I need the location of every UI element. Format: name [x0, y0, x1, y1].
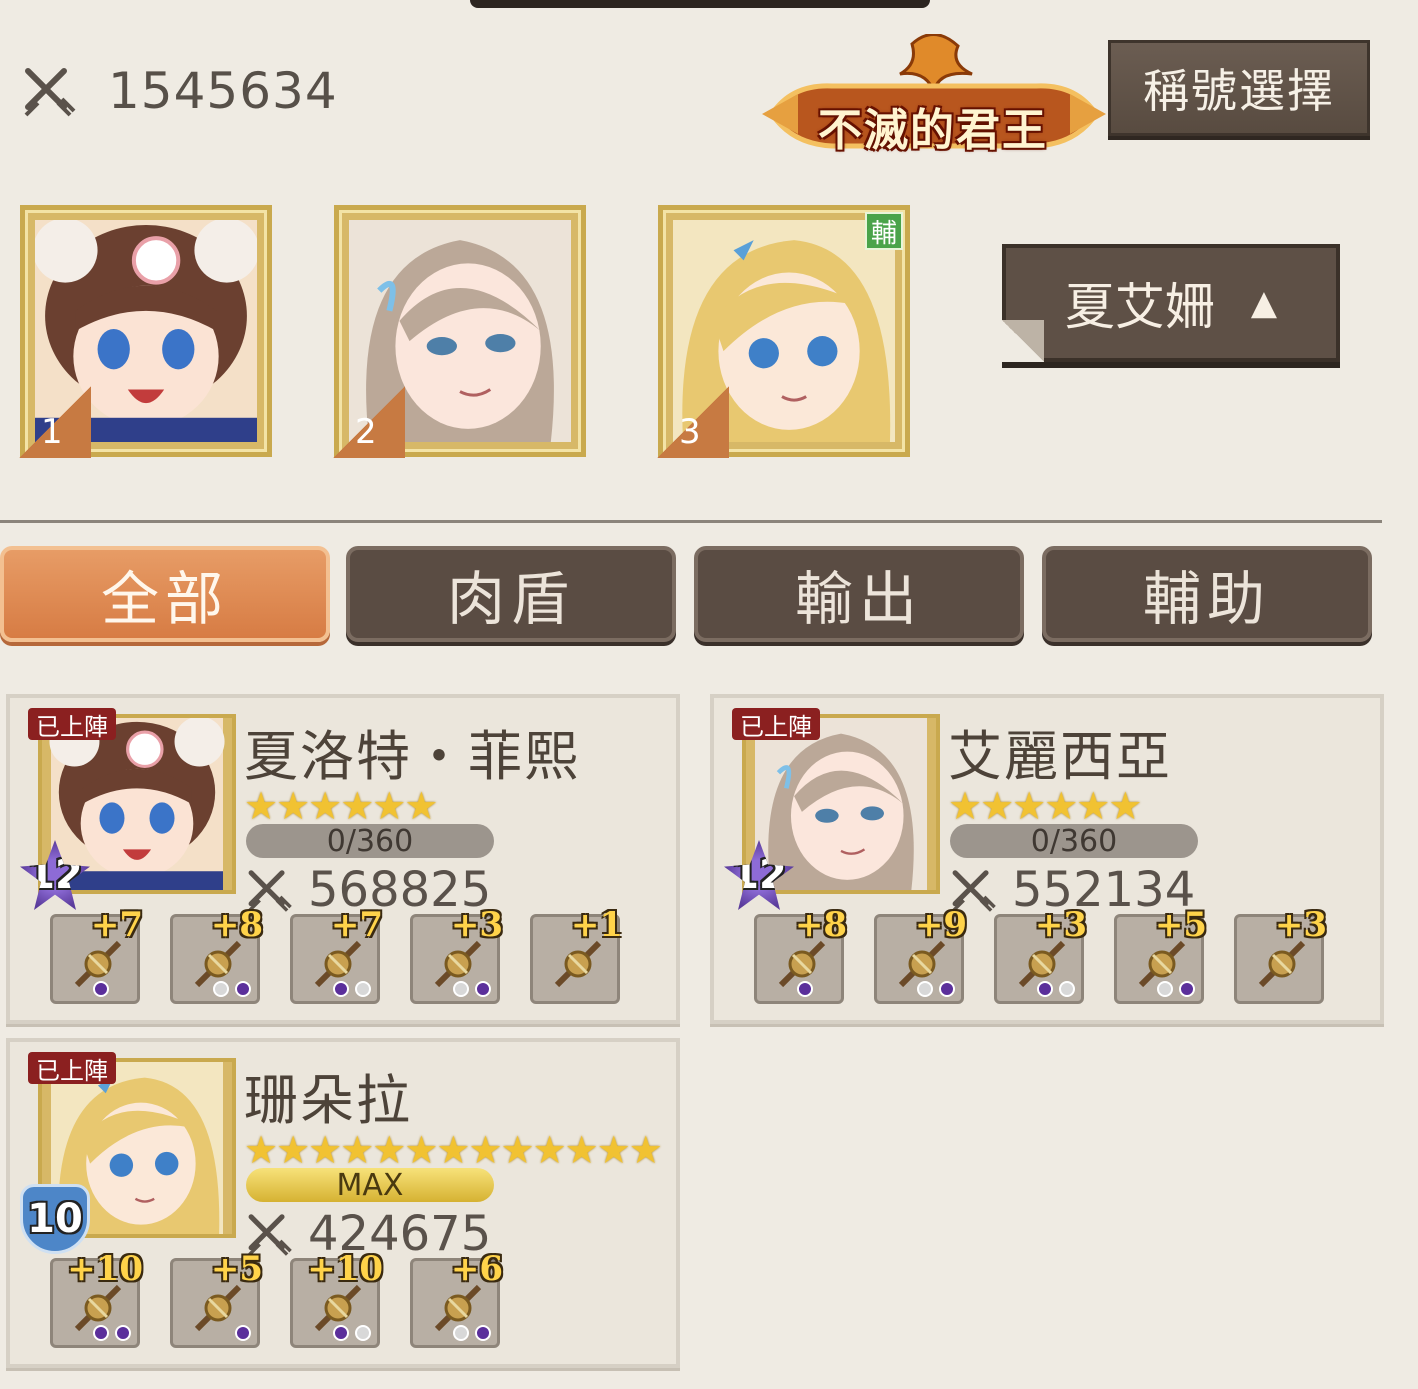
enhance-level: +6	[450, 1249, 503, 1289]
deployed-tag: 已上陣	[732, 708, 820, 741]
team-slot-3[interactable]: 輔 3	[657, 205, 910, 458]
equipment-slot[interactable]: +6	[410, 1249, 503, 1348]
equipment-slot[interactable]: +8	[170, 905, 263, 1004]
leader-select-dropdown[interactable]: 夏艾姍 ▲	[1002, 244, 1340, 362]
slot-number-badge: 1	[19, 386, 91, 458]
deployed-tag: 已上陣	[28, 1052, 116, 1085]
equipment-slot[interactable]: +7	[50, 905, 143, 1004]
gem-icon	[453, 1325, 469, 1341]
enhance-level: +5	[1154, 905, 1207, 945]
title-badge-text: 不滅的君王	[818, 105, 1048, 156]
gem-icon	[1059, 981, 1075, 997]
team-slot-2[interactable]: 2	[333, 205, 586, 458]
slot-number-badge: 2	[333, 386, 405, 458]
enhance-level: +8	[210, 905, 263, 945]
gem-icon	[797, 981, 813, 997]
gem-icon	[355, 981, 371, 997]
equipment-slot[interactable]: +3	[1234, 905, 1327, 1004]
leader-name: 夏艾姍	[1064, 278, 1215, 336]
tab-all[interactable]: 全部	[0, 546, 330, 642]
gem-icon	[475, 981, 491, 997]
exp-bar: 0/360	[246, 824, 494, 859]
enhance-level: +3	[1034, 905, 1087, 945]
gem-icon	[235, 1325, 251, 1341]
tab-support[interactable]: 輔助	[1042, 546, 1372, 642]
team-slot-1[interactable]: 1	[19, 205, 272, 458]
slot-number-badge: 3	[657, 386, 729, 458]
star-rating: ★★★★★★★★★★★★★	[244, 1128, 663, 1172]
exp-bar: MAX	[246, 1168, 494, 1203]
enhance-level: +3	[1274, 905, 1327, 945]
equipment-slot[interactable]: +1	[530, 905, 623, 1004]
hero-card[interactable]: 已上陣 12 夏洛特・菲熙 ★★★★★★ 0/360 568825 +7 +8 …	[6, 694, 680, 1024]
enhance-level: +7	[330, 905, 383, 945]
equipment-slot[interactable]: +7	[290, 905, 383, 1004]
slot-number: 3	[679, 412, 701, 452]
crossed-swords-icon	[22, 63, 78, 119]
hero-name: 艾麗西亞	[948, 725, 1172, 788]
gem-icon	[93, 981, 109, 997]
equipment-slot[interactable]: +3	[994, 905, 1087, 1004]
equipment-slot[interactable]: +9	[874, 905, 967, 1004]
gem-icon	[93, 1325, 109, 1341]
title-badge: 不滅的君王	[762, 33, 1106, 160]
equipment-slot[interactable]: +10	[290, 1249, 383, 1348]
gem-icon	[917, 981, 933, 997]
enhance-level: +1	[570, 905, 623, 945]
enhance-level: +5	[210, 1249, 263, 1289]
equipment-slot[interactable]: +3	[410, 905, 503, 1004]
equipment-slot[interactable]: +8	[754, 905, 847, 1004]
exp-bar: 0/360	[950, 824, 1198, 859]
section-divider	[0, 520, 1382, 523]
gem-icon	[333, 981, 349, 997]
equipment-slot[interactable]: +5	[1114, 905, 1207, 1004]
support-role-tag: 輔	[865, 212, 903, 250]
star-rating: ★★★★★★	[948, 784, 1142, 828]
team-power: 1545634	[22, 62, 338, 120]
hero-name: 夏洛特・菲熙	[244, 725, 580, 788]
enhance-level: +7	[90, 905, 143, 945]
equipment-row: +7 +8 +7 +3 +1	[50, 905, 623, 1004]
gem-icon	[333, 1325, 349, 1341]
page-fold-corner	[1002, 320, 1044, 362]
gem-icon	[453, 981, 469, 997]
gem-icon	[115, 1325, 131, 1341]
team-power-value: 1545634	[108, 62, 338, 120]
enhance-level: +9	[914, 905, 967, 945]
gem-icon	[235, 981, 251, 997]
slot-number: 2	[355, 412, 377, 452]
gem-icon	[213, 981, 229, 997]
top-bar-stub	[470, 0, 930, 8]
chevron-up-icon: ▲	[1250, 283, 1278, 323]
hero-card[interactable]: 已上陣 12 艾麗西亞 ★★★★★★ 0/360 552134 +8 +9 +3…	[710, 694, 1384, 1024]
hero-portrait	[42, 718, 232, 890]
tab-damage[interactable]: 輸出	[694, 546, 1024, 642]
level-badge: 10	[20, 1184, 90, 1254]
equipment-row: +8 +9 +3 +5 +3	[754, 905, 1327, 1004]
gem-icon	[1179, 981, 1195, 997]
gem-icon	[355, 1325, 371, 1341]
slot-number: 1	[41, 412, 63, 452]
enhance-level: +10	[67, 1249, 143, 1289]
equipment-slot[interactable]: +10	[50, 1249, 143, 1348]
equipment-slot[interactable]: +5	[170, 1249, 263, 1348]
enhance-level: +8	[794, 905, 847, 945]
gem-icon	[1157, 981, 1173, 997]
hero-name: 珊朵拉	[244, 1069, 412, 1132]
enhance-level: +10	[307, 1249, 383, 1289]
gem-icon	[939, 981, 955, 997]
deployed-tag: 已上陣	[28, 708, 116, 741]
gem-icon	[475, 1325, 491, 1341]
tab-tank[interactable]: 肉盾	[346, 546, 676, 642]
gem-icon	[1037, 981, 1053, 997]
enhance-level: +3	[450, 905, 503, 945]
title-select-button[interactable]: 稱號選擇	[1108, 40, 1370, 136]
equipment-row: +10 +5 +10 +6	[50, 1249, 503, 1348]
hero-portrait	[746, 718, 936, 890]
star-rating: ★★★★★★	[244, 784, 438, 828]
hero-card[interactable]: 已上陣 10 珊朵拉 ★★★★★★★★★★★★★ MAX 424675 +10 …	[6, 1038, 680, 1368]
